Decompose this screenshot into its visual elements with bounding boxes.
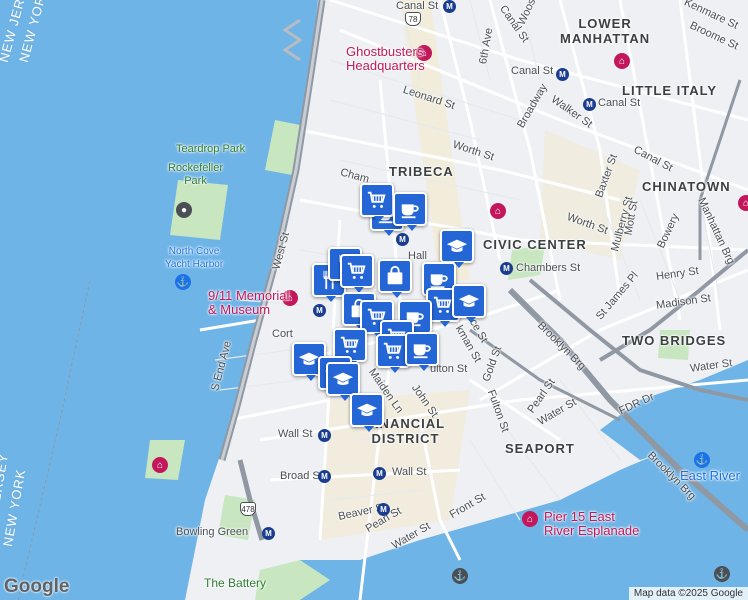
subway-icon[interactable]: M — [500, 262, 513, 275]
shopping-cart-icon — [432, 294, 454, 316]
water-label-east-river: East River — [680, 468, 740, 483]
map-pin-shopping-cart[interactable] — [340, 254, 374, 293]
street-broad-st: Broad St — [280, 470, 323, 482]
shopping-cart-icon — [382, 340, 404, 362]
shopping-cart-icon — [346, 260, 368, 282]
poi-north-cove-yacht-harbor[interactable]: North Cove Yacht Harbor — [165, 245, 223, 271]
subway-icon[interactable]: M — [313, 304, 326, 317]
street-cortlandt-partial: Cort — [272, 328, 293, 340]
graduation-cap-icon — [356, 399, 378, 421]
subway-icon[interactable]: M — [262, 527, 275, 540]
graduation-cap-icon — [446, 235, 468, 257]
subway-icon[interactable]: M — [396, 233, 409, 246]
neighborhood-lower-manhattan: LOWER MANHATTAN — [560, 16, 651, 46]
subway-icon[interactable]: M — [373, 467, 386, 480]
map-pin-coffee[interactable] — [393, 192, 427, 231]
map-pin-graduation-cap[interactable] — [440, 229, 474, 268]
street-canal-st: Canal St — [511, 65, 554, 77]
graduation-cap-icon — [298, 348, 320, 370]
google-logo: Google — [4, 576, 70, 597]
street-bowling-green: Bowling Green — [176, 526, 249, 538]
museum-icon: ⌂ — [490, 203, 506, 219]
ferry-icon: ⚓ — [714, 566, 730, 582]
museum-icon: ⌂ — [522, 511, 538, 527]
poi-the-battery[interactable]: The Battery — [204, 577, 266, 590]
neighborhood-tribeca: TRIBECA — [389, 164, 454, 179]
map-pin-shopping-bag[interactable] — [378, 259, 412, 298]
map-pin-graduation-cap[interactable] — [350, 393, 384, 432]
street-chambers-st: Chambers St — [516, 262, 581, 274]
neighborhood-chinatown: CHINATOWN — [642, 179, 731, 194]
subway-icon[interactable]: M — [583, 98, 596, 111]
museum-icon: ⌂ — [738, 195, 748, 211]
marina-icon: ⚓ — [175, 274, 191, 290]
shopping-bag-icon — [384, 265, 406, 287]
map-pin-graduation-cap[interactable] — [452, 284, 486, 323]
street-canal-st: Canal St — [396, 0, 439, 12]
ferry-icon: ⚓ — [452, 568, 468, 584]
map-pin-coffee[interactable] — [405, 332, 439, 371]
subway-icon[interactable]: M — [318, 429, 331, 442]
subway-icon[interactable]: M — [318, 470, 331, 483]
neighborhood-seaport: SEAPORT — [505, 441, 575, 456]
map-pin-shopping-cart[interactable] — [360, 183, 394, 222]
poi-pier15-east-river-esplanade[interactable]: Pier 15 East River Esplanade — [544, 510, 639, 538]
coffee-icon — [411, 338, 433, 360]
marina-icon: ⚓ — [694, 452, 710, 468]
graduation-cap-icon — [458, 290, 480, 312]
neighborhood-civic-center: CIVIC CENTER — [483, 237, 587, 252]
interstate-shield-78: 78 — [405, 12, 421, 26]
coffee-icon — [428, 268, 450, 290]
poi-teardrop-park[interactable]: Teardrop Park — [176, 143, 245, 156]
coffee-icon — [399, 198, 421, 220]
subway-icon[interactable]: M — [556, 68, 569, 81]
museum-icon: ⌂ — [152, 457, 168, 473]
neighborhood-little-italy: LITTLE ITALY — [622, 83, 718, 98]
shopping-cart-icon — [366, 189, 388, 211]
poi-911-memorial-museum[interactable]: 9/11 Memorial & Museum — [208, 289, 289, 317]
map-pin-graduation-cap[interactable] — [326, 362, 360, 401]
subway-icon[interactable]: M — [377, 503, 390, 516]
graduation-cap-icon — [332, 368, 354, 390]
street-wall-st: Wall St — [392, 466, 427, 478]
shopping-cart-icon — [339, 334, 361, 356]
poi-rockefeller-park[interactable]: Rockefeller Park — [168, 162, 223, 188]
interstate-shield-478: 478 — [240, 502, 256, 516]
map-attribution[interactable]: Map data ©2025 Google — [628, 587, 748, 600]
street-canal-st: Canal St — [598, 97, 641, 109]
subway-icon[interactable]: M — [443, 0, 456, 13]
camera-icon: ● — [176, 202, 192, 218]
museum-icon: ⌂ — [614, 53, 630, 69]
neighborhood-two-bridges: TWO BRIDGES — [622, 333, 727, 348]
street-wall-st: Wall St — [278, 428, 313, 440]
poi-ghostbusters-headquarters[interactable]: Ghostbusters Headquarters — [346, 45, 425, 73]
